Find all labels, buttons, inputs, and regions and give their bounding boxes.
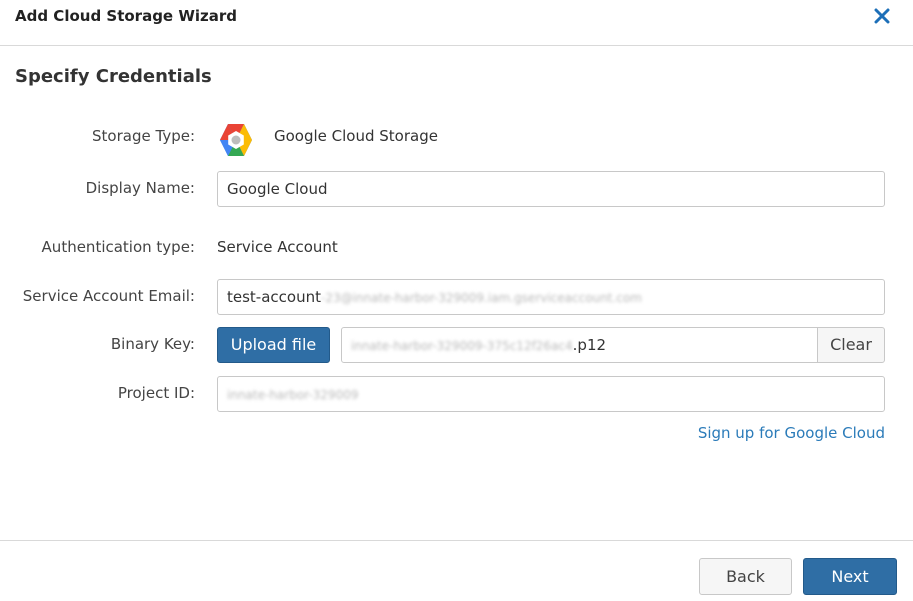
back-button[interactable]: Back [699,558,792,595]
service-account-email-redacted: -23@innate-harbor-329009.iam.gserviceacc… [320,291,642,305]
close-button[interactable] [870,4,894,28]
service-account-email-input[interactable]: test-account-23@innate-harbor-329009.iam… [217,279,885,315]
google-cloud-storage-icon [217,121,255,159]
storage-type-value: Google Cloud Storage [274,127,438,145]
binary-key-file-redacted: innate-harbor-329009-375c12f26ac4 [351,339,573,353]
auth-type-value: Service Account [217,238,338,256]
service-account-email-label: Service Account Email: [22,287,195,305]
project-id-label: Project ID: [117,384,195,402]
close-icon [874,8,890,24]
footer-divider [0,540,913,541]
auth-type-label: Authentication type: [41,238,195,256]
binary-key-file-ext: .p12 [572,336,607,354]
binary-key-label: Binary Key: [110,335,195,353]
dialog-title: Add Cloud Storage Wizard [15,7,238,25]
clear-button[interactable]: Clear [817,327,885,363]
add-cloud-storage-dialog: Add Cloud Storage Wizard Specify Credent… [0,0,913,601]
upload-file-button[interactable]: Upload file [217,327,330,363]
signup-google-cloud-link[interactable]: Sign up for Google Cloud [698,424,885,442]
display-name-input[interactable]: Google Cloud [217,171,885,207]
display-name-value: Google Cloud [227,180,328,198]
project-id-input[interactable]: innate-harbor-329009 [217,376,885,412]
section-title: Specify Credentials [15,66,212,87]
project-id-redacted: innate-harbor-329009 [227,388,359,402]
binary-key-file-input[interactable]: innate-harbor-329009-375c12f26ac4.p12 [341,327,819,363]
dialog-header: Add Cloud Storage Wizard [0,0,913,46]
storage-type-label: Storage Type: [92,127,195,145]
next-button[interactable]: Next [803,558,897,595]
service-account-email-value: test-account [227,288,321,306]
display-name-label: Display Name: [85,179,195,197]
